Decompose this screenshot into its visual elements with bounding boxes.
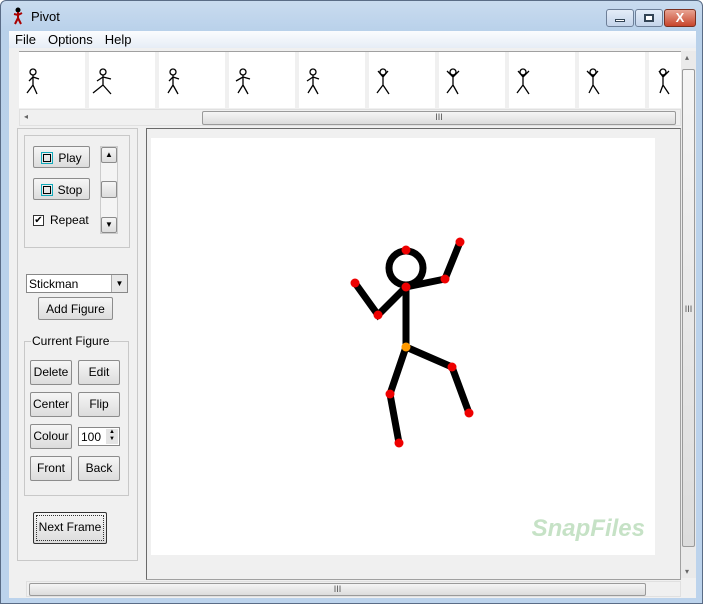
play-label: Play [58, 151, 82, 165]
frame-strip-scrollbar[interactable]: ◂ III [19, 109, 681, 126]
joint-handle [401, 245, 411, 255]
scale-value: 100 [81, 430, 102, 444]
speed-scrollbar[interactable]: ▲ ▼ [100, 146, 118, 234]
joint-handle [440, 274, 450, 284]
menu-bar: File Options Help [9, 31, 696, 48]
vertical-scrollbar[interactable]: ▴ III ▾ [681, 51, 696, 578]
figure-type-select[interactable]: Stickman ▼ [26, 274, 128, 293]
stickman-thumbnail-icon [376, 68, 390, 95]
scroll-left-arrow-icon[interactable]: ◂ [24, 112, 28, 121]
vertical-scroll-thumb[interactable]: III [682, 69, 695, 547]
front-button[interactable]: Front [30, 456, 72, 481]
close-button[interactable]: X [664, 9, 696, 27]
current-figure-group: Current Figure Delete Edit Center Flip C… [24, 334, 129, 496]
window-title: Pivot [31, 9, 60, 24]
stickman-thumbnail-icon [658, 68, 670, 95]
stickman-thumbnail-icon [586, 68, 600, 95]
stickman-thumbnail-icon [26, 68, 40, 95]
stop-button[interactable]: Stop [33, 178, 90, 200]
joint-handle [447, 362, 457, 372]
colour-button[interactable]: Colour [30, 424, 72, 449]
minimize-button[interactable] [606, 9, 634, 27]
joint-handle [394, 438, 404, 448]
client-area: ◂ III ▴ III ▾ Play Stop ✔ Repeat ▲ ▼ Sti… [9, 48, 696, 598]
frame-thumbnail[interactable] [159, 52, 225, 108]
frame-thumbnail[interactable] [439, 52, 505, 108]
joint-handle [373, 310, 383, 320]
frame-thumbnail[interactable] [579, 52, 645, 108]
frame-thumbnail[interactable] [369, 52, 435, 108]
add-figure-button[interactable]: Add Figure [38, 297, 113, 320]
frame-strip [19, 51, 681, 109]
menu-help[interactable]: Help [99, 31, 138, 48]
stop-icon [40, 184, 53, 196]
checkmark-icon: ✔ [33, 214, 44, 226]
frame-thumbnail[interactable] [89, 52, 155, 108]
stepper-arrows-icon[interactable]: ▲ ▼ [106, 429, 118, 444]
frame-thumbnail[interactable] [509, 52, 575, 108]
flip-button[interactable]: Flip [78, 392, 120, 417]
stickman-thumbnail-icon [92, 68, 112, 95]
canvas-frame: SnapFiles [146, 128, 681, 580]
drawing-canvas[interactable]: SnapFiles [151, 138, 655, 555]
control-panel: Play Stop ✔ Repeat ▲ ▼ Stickman ▼ Add Fi… [17, 128, 138, 561]
play-button[interactable]: Play [33, 146, 90, 168]
stickman-thumbnail-icon [446, 68, 460, 95]
scroll-down-arrow-icon[interactable]: ▾ [685, 567, 689, 576]
maximize-button[interactable] [635, 9, 663, 27]
stickman-thumbnail-icon [235, 68, 251, 95]
chevron-down-icon[interactable]: ▼ [111, 275, 127, 292]
frame-strip-scroll-thumb[interactable]: III [202, 111, 676, 125]
edit-button[interactable]: Edit [78, 360, 120, 385]
horizontal-scroll-thumb[interactable]: III [29, 583, 646, 596]
stickman-figure[interactable] [151, 138, 655, 555]
figure-head [385, 247, 427, 289]
joint-handle [455, 237, 465, 247]
menu-options[interactable]: Options [42, 31, 99, 48]
joint-handle [385, 389, 395, 399]
stickman-thumbnail-icon [306, 68, 320, 95]
stickman-thumbnail-icon [516, 68, 530, 95]
stop-label: Stop [57, 183, 83, 197]
speed-down-arrow[interactable]: ▼ [101, 217, 117, 233]
app-stickman-icon [13, 7, 23, 25]
back-button[interactable]: Back [78, 456, 120, 481]
delete-button[interactable]: Delete [30, 360, 72, 385]
next-frame-button[interactable]: Next Frame [33, 512, 107, 544]
speed-thumb[interactable] [101, 181, 117, 198]
pivot-window: Pivot X File Options Help ◂ III ▴ III ▾ Pl… [0, 0, 703, 604]
watermark: SnapFiles [531, 515, 645, 542]
scroll-up-arrow-icon[interactable]: ▴ [685, 53, 689, 62]
stickman-thumbnail-icon [167, 68, 180, 95]
scale-stepper[interactable]: 100 ▲ ▼ [78, 427, 120, 446]
joint-handle [350, 278, 360, 288]
current-figure-legend: Current Figure [31, 334, 111, 348]
figure-type-value: Stickman [29, 277, 79, 291]
frame-thumbnail[interactable] [299, 52, 365, 108]
menu-file[interactable]: File [9, 31, 42, 48]
root-joint-handle [401, 342, 411, 352]
joint-handle [464, 408, 474, 418]
repeat-label: Repeat [50, 213, 89, 227]
repeat-checkbox[interactable]: ✔ Repeat [33, 213, 89, 227]
play-icon [41, 152, 54, 164]
joint-handle [401, 282, 411, 292]
speed-up-arrow[interactable]: ▲ [101, 147, 117, 163]
animation-group: Play Stop ✔ Repeat ▲ ▼ [24, 135, 130, 248]
frame-thumbnail[interactable] [229, 52, 295, 108]
horizontal-scrollbar[interactable]: III [26, 581, 681, 597]
center-button[interactable]: Center [30, 392, 72, 417]
frame-thumbnail[interactable] [649, 52, 681, 108]
frame-thumbnail[interactable] [19, 52, 85, 108]
